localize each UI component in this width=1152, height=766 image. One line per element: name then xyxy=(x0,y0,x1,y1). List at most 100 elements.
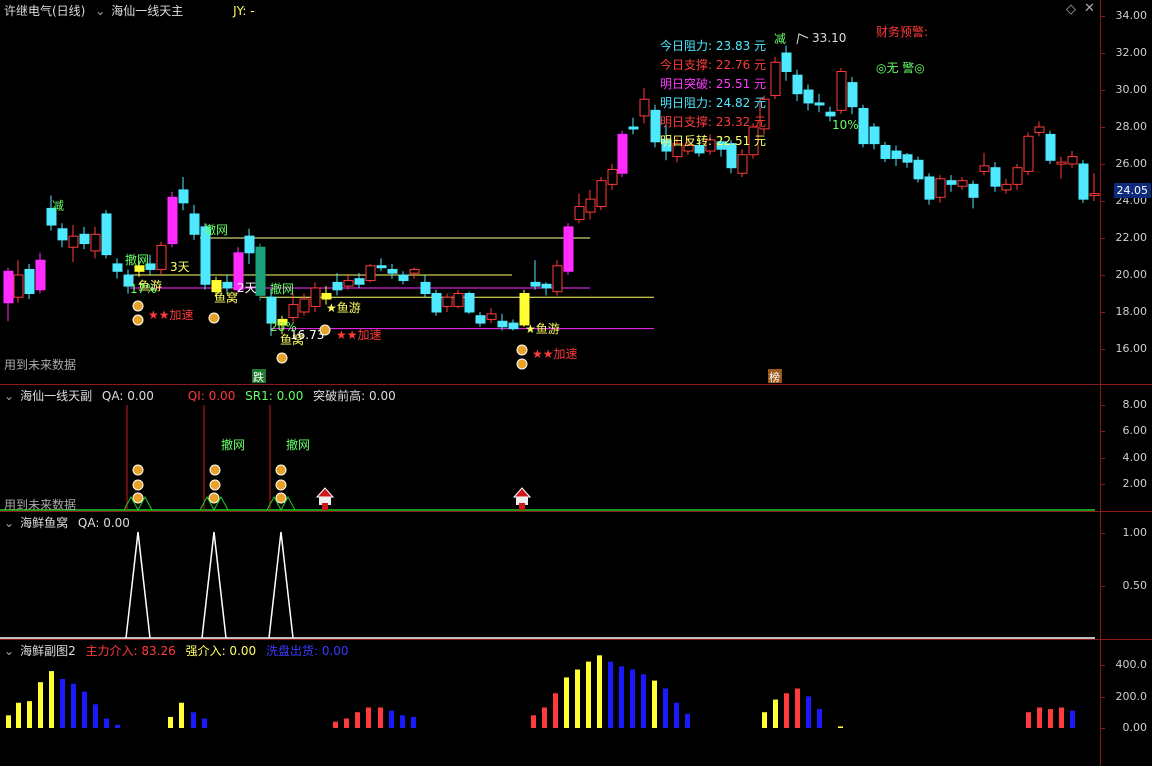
chart-annotation: 鱼窝 xyxy=(214,290,238,305)
money-bag-icon xyxy=(275,464,287,476)
candle-body xyxy=(68,235,79,248)
sub3-title[interactable]: 海鲜副图2 xyxy=(20,644,76,658)
candle-body xyxy=(530,281,541,287)
axis-tick-mark xyxy=(1101,696,1105,698)
candle-body xyxy=(332,281,343,291)
candle-body xyxy=(737,154,748,174)
diamond-icon[interactable]: ◇ xyxy=(1066,2,1076,17)
volume-bar xyxy=(191,712,196,728)
axis-tick-label: 2.00 xyxy=(1122,476,1148,490)
sub3-exit: 洗盘出货: 0.00 xyxy=(265,644,349,658)
chevron-down-icon[interactable]: ⌄ xyxy=(95,4,105,18)
axis-tick-label: 16.00 xyxy=(1115,342,1148,355)
candle-body xyxy=(957,180,968,187)
candle-body xyxy=(321,293,332,300)
axis-tick-label: 0.50 xyxy=(1122,579,1148,592)
high-marker xyxy=(796,33,809,45)
sub-chart-3[interactable]: ⌄ 海鲜副图2 主力介入: 83.26 强介入: 0.00 洗盘出货: 0.00 xyxy=(0,640,1100,766)
candle-body xyxy=(167,196,178,245)
axis-tick-mark xyxy=(1101,16,1105,17)
sub1-sr1: SR1: 0.00 xyxy=(245,389,304,403)
candle-body xyxy=(979,165,990,172)
chart-annotation: ★★加速 xyxy=(148,308,194,322)
axis-tick-mark xyxy=(1101,312,1105,313)
candlestick-chart[interactable]: 撤网撤网撤网鱼游鱼窝3天2天★鱼游★鱼游鱼窝★★加速★★加速★★加速16.732… xyxy=(0,0,1100,384)
level-value: 23.83 元 xyxy=(712,39,767,53)
sub2-qa: QA: 0.00 xyxy=(77,516,130,530)
money-bag-icon xyxy=(208,492,220,504)
candle-body xyxy=(1012,167,1023,185)
candle-body xyxy=(211,280,222,293)
candle-body xyxy=(858,108,869,145)
main-price-axis[interactable]: 34.00 32.00 30.00 28.00 26.00 24.00 22.00 20.00… xyxy=(1100,0,1152,385)
candle-body xyxy=(178,189,189,204)
close-icon[interactable]: ✕ xyxy=(1084,1,1095,16)
spike-line xyxy=(268,531,294,639)
chevron-down-icon[interactable]: ⌄ xyxy=(4,516,14,530)
candle-body xyxy=(387,268,398,274)
volume-bar xyxy=(1059,707,1064,728)
candle-body xyxy=(156,244,167,270)
chart-annotation: 撤网 xyxy=(270,281,294,296)
candle-body xyxy=(596,180,607,208)
level-value: 23.32 元 xyxy=(712,115,767,129)
chevron-down-icon[interactable]: ⌄ xyxy=(4,389,14,403)
indicator-name[interactable]: 海仙一线天主 xyxy=(111,4,183,18)
candle-body xyxy=(222,281,233,289)
candle-body xyxy=(420,281,431,294)
tag-label: 榜 xyxy=(769,370,780,384)
volume-bar xyxy=(115,724,120,728)
candle-body xyxy=(79,233,90,245)
level-label: 今日阻力: xyxy=(660,39,713,53)
volume-bar xyxy=(389,710,394,728)
candle-body xyxy=(1078,163,1089,200)
candle-body xyxy=(847,82,858,108)
sub1-qa: QA: 0.00 xyxy=(101,389,154,403)
volume-bar xyxy=(795,688,800,728)
volume-bar xyxy=(344,718,349,728)
sub1-axis[interactable]: 8.00 6.00 4.00 2.00 xyxy=(1100,385,1152,512)
money-bag-icon xyxy=(276,352,288,364)
level-row: 明日反转: 22.51 元 xyxy=(660,132,766,151)
candle-body xyxy=(453,293,464,307)
candle-body xyxy=(924,176,935,200)
money-bag-icon xyxy=(516,344,528,356)
candle-body xyxy=(541,283,552,289)
sub1-title[interactable]: 海仙一线天副 xyxy=(20,389,92,403)
axis-tick-label: 28.00 xyxy=(1115,120,1148,133)
axis-tick-mark xyxy=(1101,728,1105,729)
candle-body xyxy=(255,246,266,296)
sub2-title[interactable]: 海鲜鱼窝 xyxy=(20,516,68,530)
money-bag-icon xyxy=(319,324,331,336)
sub3-axis[interactable]: 400.0 200.0 0.00 xyxy=(1100,640,1152,766)
level-value: 24.82 元 xyxy=(712,96,767,110)
house-icon xyxy=(315,487,335,498)
future-data-note: 用到未来数据 xyxy=(4,358,77,372)
candle-body xyxy=(913,159,924,180)
candle-body xyxy=(57,228,68,241)
stock-title[interactable]: 许继电气(日线) xyxy=(4,4,85,18)
volume-bar xyxy=(355,712,360,728)
sub-chart-1[interactable]: ⌄ 海仙一线天副 QA: 0.00 QI: 0.00 SR1: 0.00 突破前高… xyxy=(0,385,1100,512)
chevron-down-icon[interactable]: ⌄ xyxy=(4,644,14,658)
sub-chart-2[interactable]: ⌄ 海鲜鱼窝 QA: 0.00 xyxy=(0,512,1100,640)
volume-bar xyxy=(333,721,338,728)
candle-body xyxy=(607,169,618,185)
volume-bar xyxy=(531,715,536,728)
candle-body xyxy=(617,133,628,174)
sub1-breakout: 突破前高: 0.00 xyxy=(313,389,396,403)
volume-bar xyxy=(1037,707,1042,728)
sub2-plot[interactable] xyxy=(0,512,1100,639)
volume-bar xyxy=(630,669,635,728)
candle-body xyxy=(639,98,650,117)
level-row: 明日突破: 25.51 元 xyxy=(660,75,766,94)
main-chart-pane[interactable]: 撤网 撤网 撤网 鱼游 鱼窝 3天 2天 ★鱼游 ★鱼游 鱼窝 ★★加速 ★★加速 ★★加速 16.73 2… xyxy=(0,0,1100,385)
candle-body xyxy=(35,259,46,291)
level-value: 22.51 元 xyxy=(712,134,767,148)
axis-tick-label: 18.00 xyxy=(1115,305,1148,318)
level-value: 22.76 元 xyxy=(712,58,767,72)
volume-bar xyxy=(652,680,657,728)
candle-body xyxy=(552,265,563,293)
sub2-axis[interactable]: 1.00 0.50 xyxy=(1100,512,1152,640)
axis-tick-label: 200.0 xyxy=(1115,689,1148,703)
